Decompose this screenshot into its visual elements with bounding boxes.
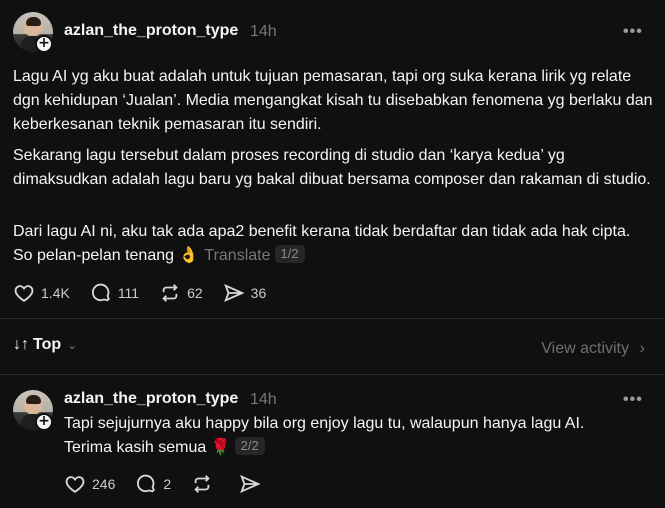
view-activity-label: View activity bbox=[541, 340, 629, 357]
comment-icon bbox=[91, 283, 110, 302]
like-button[interactable]: 1.4K bbox=[13, 282, 70, 304]
post-1: + azlan_the_proton_type 14h ••• Lagu AI … bbox=[0, 0, 665, 318]
like-button[interactable]: 246 bbox=[64, 473, 115, 495]
comment-icon bbox=[137, 474, 156, 493]
follow-plus-icon[interactable]: + bbox=[35, 413, 53, 431]
chevron-right-icon: › bbox=[639, 340, 645, 357]
view-activity-link[interactable]: View activity bbox=[541, 340, 629, 358]
thread-pager: 1/2 bbox=[274, 245, 305, 263]
heart-icon bbox=[14, 285, 34, 302]
post-paragraph-2: Sekarang lagu tersebut dalam proses reco… bbox=[13, 147, 651, 188]
sort-label: Top bbox=[33, 336, 62, 353]
more-options-icon[interactable]: ••• bbox=[623, 23, 643, 41]
reply-text: Tapi sejujurnya aku happy bila org enjoy… bbox=[64, 412, 624, 460]
repost-icon bbox=[194, 475, 210, 493]
comment-count: 111 bbox=[117, 285, 140, 301]
like-count: 246 bbox=[92, 476, 116, 492]
like-count: 1.4K bbox=[41, 285, 70, 301]
follow-plus-icon[interactable]: + bbox=[35, 35, 53, 53]
username[interactable]: azlan_the_proton_type bbox=[64, 390, 238, 408]
post-actions: 1.4K 111 62 36 bbox=[13, 282, 286, 304]
comment-button[interactable]: 2 bbox=[135, 473, 171, 495]
sort-dropdown[interactable]: ↓↑ Top ⌄ bbox=[13, 336, 77, 354]
reply-actions: 246 2 bbox=[64, 473, 287, 495]
comment-button[interactable]: 111 bbox=[90, 282, 139, 304]
post-2: + azlan_the_proton_type 14h ••• Tapi sej… bbox=[0, 374, 665, 508]
reply-text-body: Tapi sejujurnya aku happy bila org enjoy… bbox=[64, 415, 585, 456]
repost-count: 62 bbox=[187, 285, 203, 301]
username[interactable]: azlan_the_proton_type bbox=[64, 22, 238, 40]
timestamp: 14h bbox=[250, 391, 277, 408]
repost-button[interactable]: 62 bbox=[159, 282, 203, 304]
send-icon bbox=[240, 474, 261, 494]
post-paragraph-3: Dari lagu AI ni, aku tak ada apa2 benefi… bbox=[13, 220, 653, 268]
share-button[interactable]: 36 bbox=[223, 282, 267, 304]
repost-button[interactable] bbox=[191, 473, 219, 495]
thread-pager: 2/2 bbox=[234, 437, 265, 455]
translate-link[interactable]: Translate bbox=[204, 247, 270, 264]
post-paragraph-3-text: Dari lagu AI ni, aku tak ada apa2 benefi… bbox=[13, 223, 631, 264]
post-paragraph-1: Lagu AI yg aku buat adalah untuk tujuan … bbox=[13, 68, 653, 133]
comment-count: 2 bbox=[163, 476, 172, 492]
heart-icon bbox=[65, 476, 85, 493]
sort-icon: ↓↑ bbox=[13, 336, 29, 353]
timestamp: 14h bbox=[250, 23, 277, 40]
replies-sort-bar: ↓↑ Top ⌄ View activity › bbox=[0, 318, 665, 374]
send-icon bbox=[223, 283, 245, 303]
more-options-icon[interactable]: ••• bbox=[623, 391, 643, 409]
share-count: 36 bbox=[250, 285, 267, 301]
repost-icon bbox=[162, 284, 178, 302]
share-button[interactable] bbox=[239, 473, 267, 495]
chevron-down-icon: ⌄ bbox=[67, 338, 78, 352]
